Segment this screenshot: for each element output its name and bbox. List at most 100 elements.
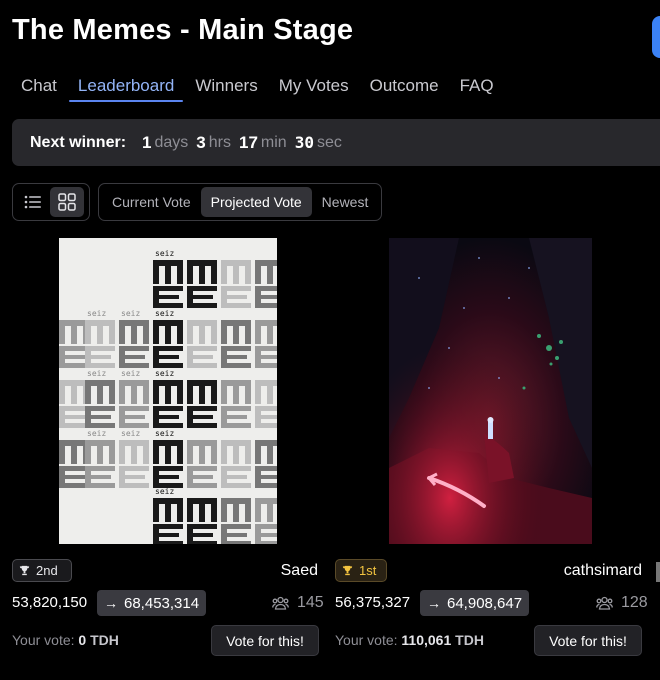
vote-button[interactable]: Vote for this! — [534, 625, 642, 656]
artwork-image-cathsimard[interactable] — [389, 238, 592, 544]
sort-newest[interactable]: Newest — [312, 187, 379, 217]
rank-label: 1st — [359, 563, 377, 578]
meme-letter-m — [187, 260, 217, 284]
your-vote-unit: TDH — [90, 632, 119, 648]
artwork-image-saed[interactable]: seiz seiz seiz seiz seiz seiz seiz seiz seiz seiz… — [59, 238, 277, 544]
countdown-seconds-unit: sec — [316, 133, 342, 151]
art-seiz-text: seiz — [121, 369, 140, 378]
meme-letter-m — [255, 440, 277, 464]
tab-my-votes[interactable]: My Votes — [270, 72, 358, 100]
countdown-hours-unit: hrs — [208, 133, 231, 151]
meme-letter-e — [255, 346, 277, 368]
meme-letter-m — [255, 498, 277, 522]
next-card-edge — [656, 562, 660, 582]
author-name[interactable]: Saed — [281, 562, 318, 580]
meme-letter-e — [59, 346, 89, 368]
art-seiz-text: seiz — [87, 429, 106, 438]
meme-letter-e — [153, 466, 183, 488]
meme-letter-e — [255, 466, 277, 488]
sort-projected-vote[interactable]: Projected Vote — [200, 187, 312, 217]
countdown-minutes-unit: min — [260, 133, 287, 151]
tab-outcome[interactable]: Outcome — [361, 72, 448, 100]
meme-letter-e — [153, 346, 183, 368]
meme-letter-m — [153, 498, 183, 522]
tab-faq[interactable]: FAQ — [451, 72, 503, 100]
meme-letter-m — [221, 260, 251, 284]
meme-letter-e — [153, 406, 183, 428]
meme-letter-m — [153, 440, 183, 464]
meme-letter-m — [153, 380, 183, 404]
your-vote-value: 0 — [78, 632, 87, 648]
meme-letter-e — [255, 524, 277, 544]
voters-count: 145 — [272, 594, 324, 612]
users-icon — [596, 596, 613, 610]
art-seiz-text: seiz — [155, 369, 174, 378]
grid-view-button[interactable] — [50, 187, 84, 217]
arrow-right-icon: → — [427, 595, 441, 611]
countdown-days-unit: days — [154, 133, 189, 151]
voters-count-value: 145 — [297, 594, 324, 611]
voters-count-value: 128 — [621, 594, 648, 611]
art-seiz-text: seiz — [87, 369, 106, 378]
meme-letter-e — [187, 406, 217, 428]
meme-letter-e — [187, 346, 217, 368]
sort-tabs: Current Vote Projected Vote Newest — [98, 183, 383, 221]
users-icon — [272, 596, 289, 610]
meme-letter-m — [59, 440, 89, 464]
next-winner-countdown: Next winner: 1 days 3 hrs 17 min 30 sec — [12, 119, 660, 166]
meme-letter-m — [221, 320, 251, 344]
tab-winners[interactable]: Winners — [186, 72, 266, 100]
meme-letter-m — [187, 380, 217, 404]
main-tabs: Chat Leaderboard Winners My Votes Outcom… — [12, 72, 506, 102]
meme-letter-m — [221, 498, 251, 522]
meme-letter-e — [255, 286, 277, 308]
meme-letter-e — [221, 466, 251, 488]
meme-letter-e — [255, 406, 277, 428]
your-vote-label: Your vote: — [335, 632, 398, 648]
grid-icon — [58, 193, 76, 211]
view-toggle — [12, 183, 90, 221]
your-vote-unit: TDH — [455, 632, 484, 648]
author-name[interactable]: cathsimard — [564, 562, 642, 580]
tab-leaderboard[interactable]: Leaderboard — [68, 72, 184, 102]
meme-letter-e — [59, 466, 89, 488]
meme-letter-e — [221, 346, 251, 368]
meme-letter-m — [153, 320, 183, 344]
meme-letter-e — [85, 466, 115, 488]
meme-letter-e — [221, 524, 251, 544]
art-seiz-text: seiz — [155, 487, 174, 496]
list-view-button[interactable] — [16, 187, 50, 217]
meme-letter-e — [119, 406, 149, 428]
countdown-hours: 3 — [196, 132, 206, 152]
header-action-button[interactable] — [652, 16, 660, 58]
current-votes: 53,820,150 — [12, 594, 88, 611]
meme-letter-m — [187, 320, 217, 344]
rank-badge: 1st — [335, 559, 387, 582]
art-seiz-text: seiz — [121, 309, 140, 318]
projected-votes: → 64,908,647 — [420, 590, 530, 616]
countdown-minutes: 17 — [238, 132, 258, 152]
tab-chat[interactable]: Chat — [12, 72, 66, 100]
countdown-days: 1 — [142, 132, 152, 152]
meme-letter-e — [187, 524, 217, 544]
meme-letter-m — [85, 320, 115, 344]
meme-letter-m — [221, 380, 251, 404]
projected-votes-value: 64,908,647 — [447, 594, 523, 612]
cave-photo-artwork — [389, 238, 592, 544]
meme-letter-m — [119, 320, 149, 344]
your-vote-label: Your vote: — [12, 632, 75, 648]
your-vote: Your vote: 0 TDH — [12, 632, 119, 648]
art-seiz-text: seiz — [155, 309, 174, 318]
meme-letter-m — [187, 440, 217, 464]
meme-letter-e — [221, 286, 251, 308]
sort-current-vote[interactable]: Current Vote — [102, 187, 201, 217]
countdown-label: Next winner: — [30, 133, 127, 151]
your-vote-value: 110,061 — [401, 632, 452, 648]
meme-letter-m — [119, 380, 149, 404]
rank-label: 2nd — [36, 563, 58, 578]
meme-letter-e — [119, 346, 149, 368]
arrow-right-icon: → — [104, 595, 118, 611]
meme-pattern-artwork: seiz seiz seiz seiz seiz seiz seiz seiz seiz seiz… — [59, 249, 277, 544]
vote-button[interactable]: Vote for this! — [211, 625, 319, 656]
projected-votes: → 68,453,314 — [97, 590, 207, 616]
